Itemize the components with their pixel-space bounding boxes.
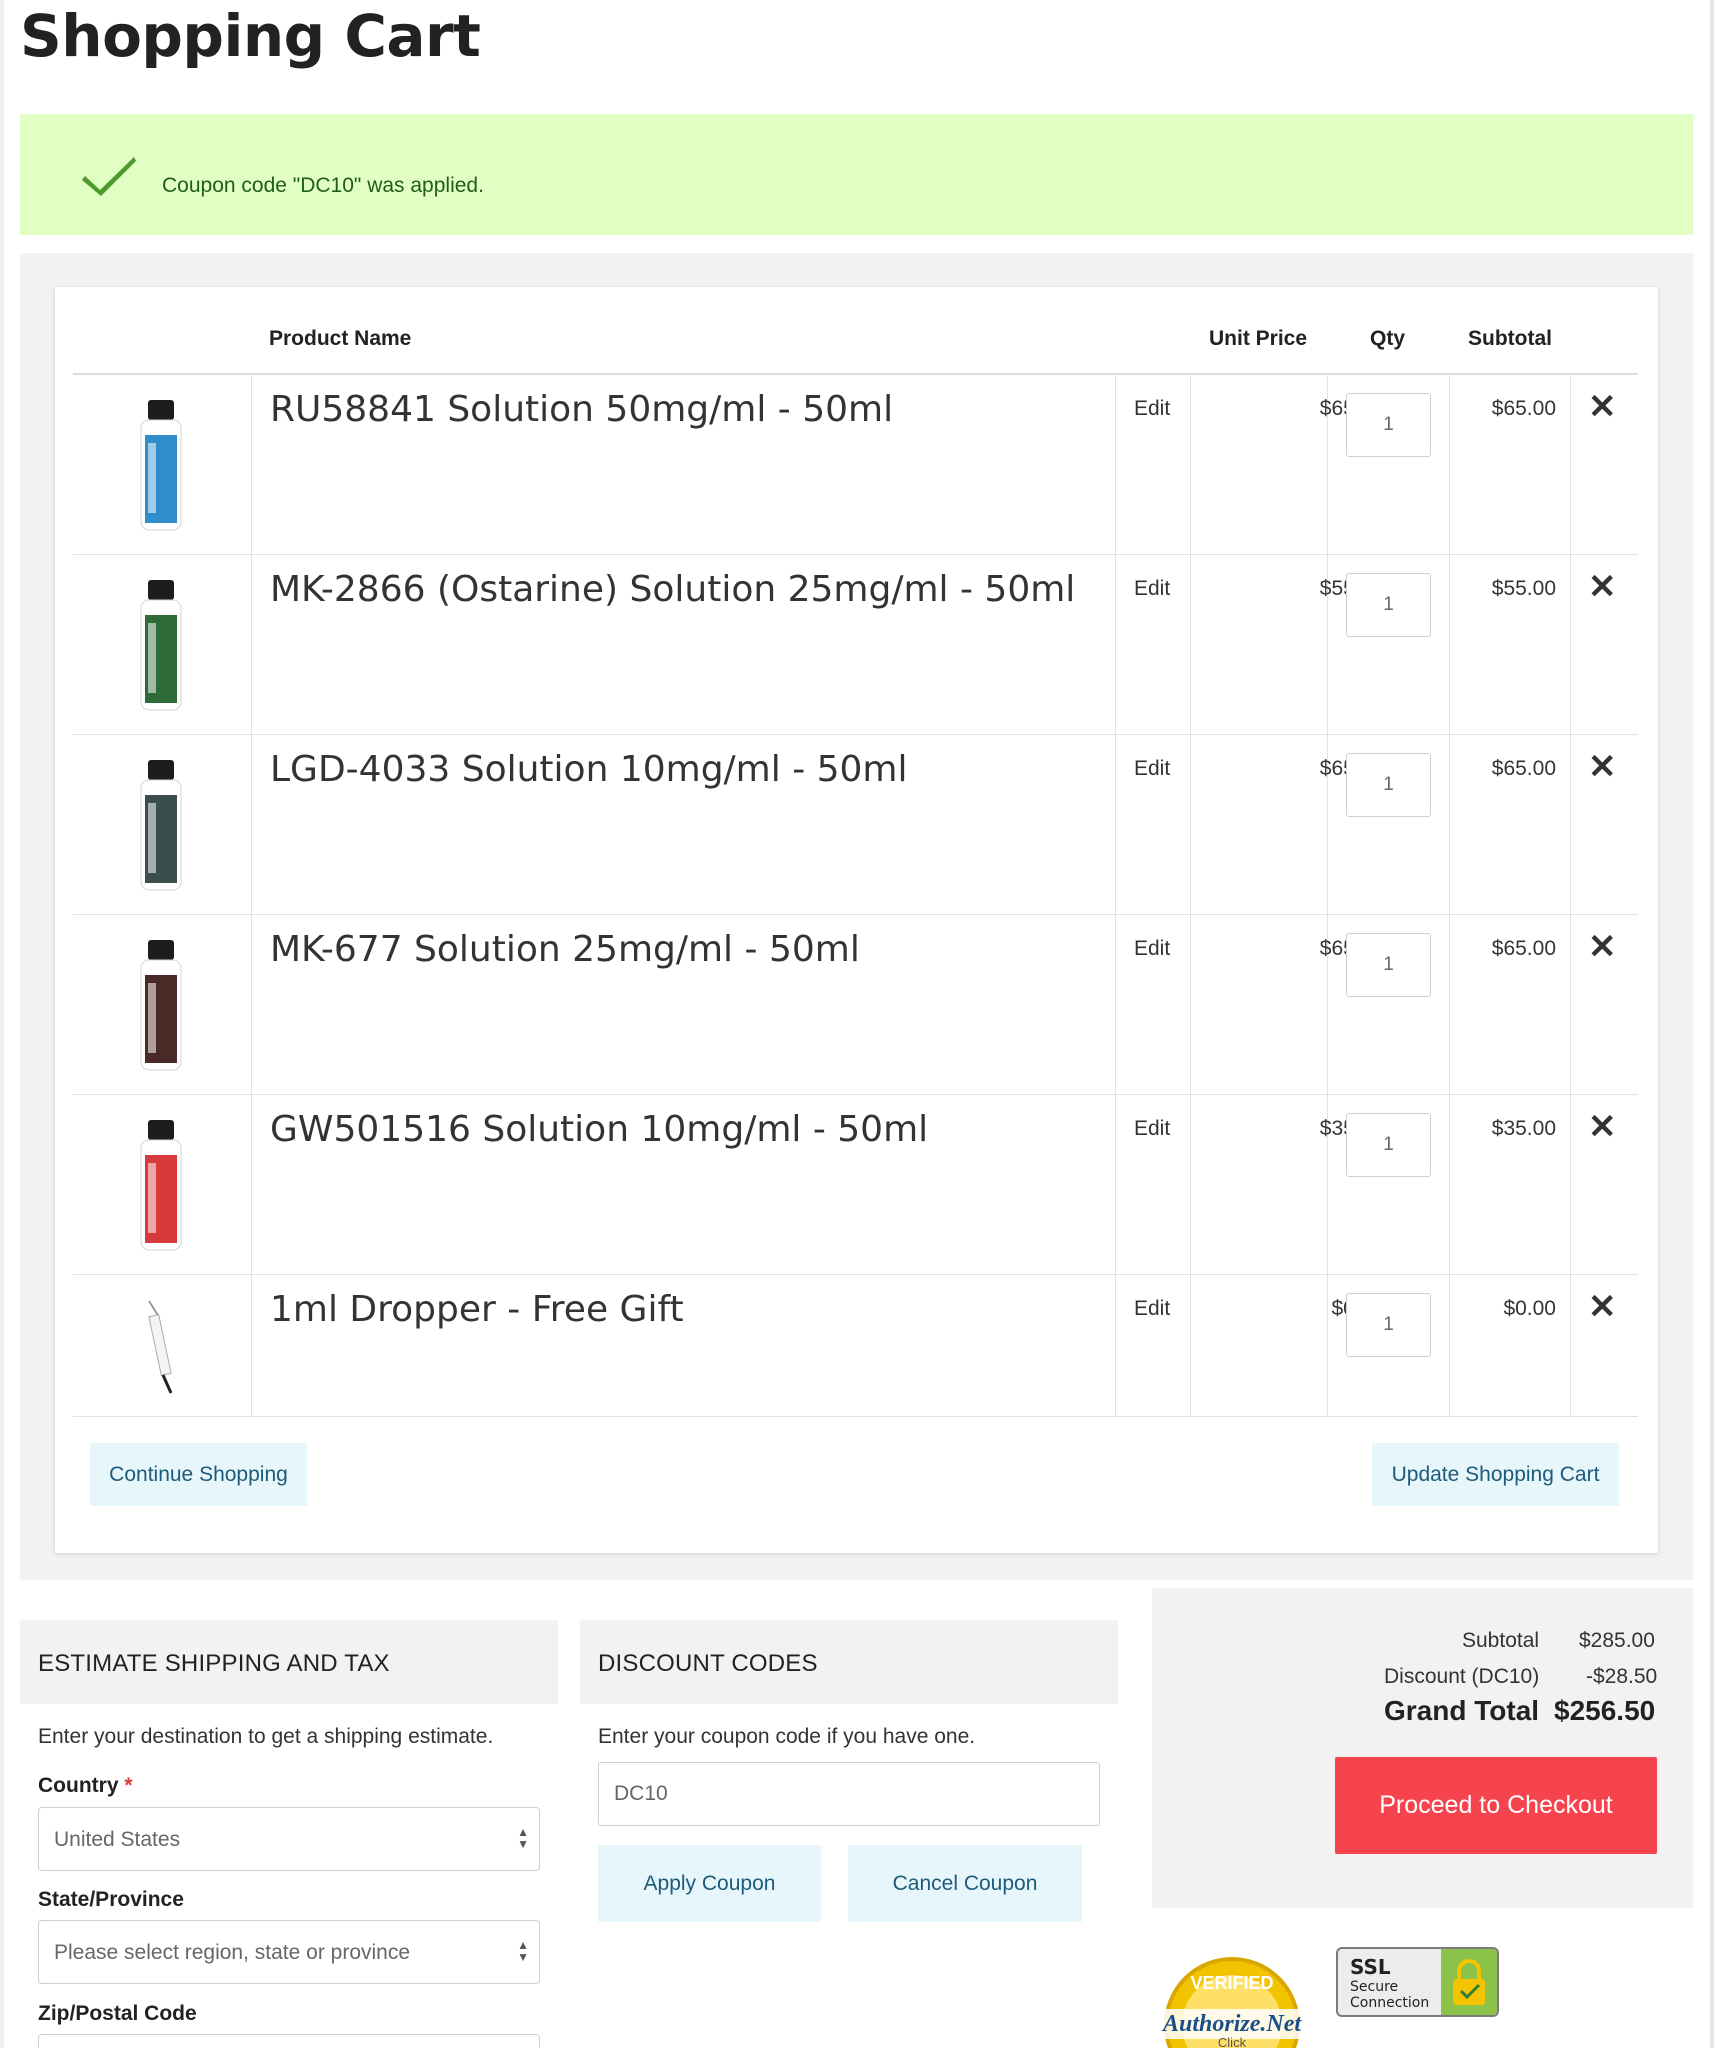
header-subtotal: Subtotal: [1468, 327, 1552, 350]
discount-value: -$28.50: [1586, 1665, 1658, 1688]
product-name-link[interactable]: RU58841 Solution 50mg/ml - 50ml: [270, 389, 893, 430]
row-subtotal: $35.00: [1491, 1117, 1556, 1140]
product-bottle-image[interactable]: [123, 935, 199, 1075]
remove-item-icon[interactable]: ✕: [1588, 927, 1617, 967]
product-name-link[interactable]: MK-677 Solution 25mg/ml - 50ml: [270, 929, 860, 970]
remove-item-icon[interactable]: ✕: [1588, 567, 1617, 607]
qty-input[interactable]: [1346, 1293, 1431, 1357]
edit-link[interactable]: Edit: [1134, 397, 1170, 421]
qty-input[interactable]: [1346, 1113, 1431, 1177]
product-bottle-image[interactable]: [123, 395, 199, 535]
select-arrows-icon: ▲ ▼: [517, 1938, 529, 1964]
authorize-net-verified-merchant-seal[interactable]: VERIFIED Authorize.Net Click: [1152, 1945, 1312, 2048]
edit-link[interactable]: Edit: [1134, 1117, 1170, 1141]
required-asterisk: *: [124, 1774, 133, 1797]
page-left-edge: [0, 0, 4, 2048]
discount-panel-header[interactable]: DISCOUNT CODES: [580, 1620, 1118, 1704]
checkmark-icon: [82, 157, 136, 196]
ssl-line1: SSL: [1350, 1955, 1391, 1979]
country-select-value: United States: [54, 1828, 181, 1851]
edit-link[interactable]: Edit: [1134, 577, 1170, 601]
grand-total-label: Grand Total: [1384, 1695, 1540, 1726]
seal-click-text: Click: [1218, 2035, 1247, 2048]
ssl-line2: Secure: [1350, 1979, 1399, 1995]
seal-top-text: VERIFIED: [1190, 1973, 1273, 1993]
product-name-link[interactable]: MK-2866 (Ostarine) Solution 25mg/ml - 50…: [270, 569, 1075, 610]
remove-item-icon[interactable]: ✕: [1588, 747, 1617, 787]
discount-label: Discount (DC10): [1384, 1665, 1540, 1688]
state-label: State/Province: [38, 1888, 184, 1911]
discount-heading: DISCOUNT CODES: [598, 1650, 818, 1677]
cart-row: RU58841 Solution 50mg/ml - 50ml Edit $65…: [73, 375, 1638, 555]
apply-coupon-button[interactable]: Apply Coupon: [598, 1845, 821, 1922]
qty-input[interactable]: [1346, 573, 1431, 637]
edit-link[interactable]: Edit: [1134, 757, 1170, 781]
alert-message: Coupon code "DC10" was applied.: [162, 174, 484, 197]
cart-row: 1ml Dropper - Free Gift Edit $0.00 $0.00…: [73, 1275, 1638, 1417]
country-select[interactable]: United States ▲ ▼: [38, 1807, 540, 1871]
header-unit-price: Unit Price: [1209, 327, 1308, 350]
zip-label: Zip/Postal Code: [38, 2002, 197, 2025]
cart-row: GW501516 Solution 10mg/ml - 50ml Edit $3…: [73, 1095, 1638, 1275]
qty-input[interactable]: [1346, 933, 1431, 997]
edit-link[interactable]: Edit: [1134, 1297, 1170, 1321]
shipping-heading: ESTIMATE SHIPPING AND TAX: [38, 1650, 390, 1677]
product-name-link[interactable]: 1ml Dropper - Free Gift: [270, 1289, 684, 1330]
seal-brand-text: Authorize.Net: [1161, 2011, 1302, 2037]
continue-shopping-button[interactable]: Continue Shopping: [90, 1443, 307, 1506]
coupon-code-input[interactable]: [598, 1762, 1100, 1826]
cancel-coupon-button[interactable]: Cancel Coupon: [848, 1845, 1082, 1922]
edit-link[interactable]: Edit: [1134, 937, 1170, 961]
product-bottle-image[interactable]: [123, 575, 199, 715]
coupon-success-alert: Coupon code "DC10" was applied.: [20, 114, 1693, 235]
row-subtotal: $65.00: [1491, 937, 1556, 960]
row-subtotal: $55.00: [1491, 577, 1556, 600]
grand-total-value: $256.50: [1554, 1695, 1656, 1726]
zip-input[interactable]: [38, 2034, 540, 2048]
state-select[interactable]: Please select region, state or province …: [38, 1920, 540, 1984]
cart-row: LGD-4033 Solution 10mg/ml - 50ml Edit $6…: [73, 735, 1638, 915]
remove-item-icon[interactable]: ✕: [1588, 1107, 1617, 1147]
product-bottle-image[interactable]: [123, 755, 199, 895]
product-bottle-image[interactable]: [123, 1115, 199, 1255]
qty-input[interactable]: [1346, 393, 1431, 457]
remove-item-icon[interactable]: ✕: [1588, 387, 1617, 427]
page-scrollbar-track[interactable]: [1710, 0, 1714, 2048]
subtotal-label: Subtotal: [1462, 1629, 1540, 1652]
header-qty: Qty: [1370, 327, 1406, 350]
cart-row: MK-2866 (Ostarine) Solution 25mg/ml - 50…: [73, 555, 1638, 735]
page-title: Shopping Cart: [20, 2, 481, 70]
row-subtotal: $0.00: [1503, 1297, 1556, 1320]
padlock-icon: [1441, 1949, 1497, 2015]
update-cart-button[interactable]: Update Shopping Cart: [1372, 1443, 1619, 1506]
header-product-name: Product Name: [269, 327, 412, 350]
ssl-line3: Connection: [1350, 1995, 1430, 2011]
country-label: Country *: [38, 1774, 133, 1797]
shipping-panel-header[interactable]: ESTIMATE SHIPPING AND TAX: [20, 1620, 558, 1704]
state-select-placeholder: Please select region, state or province: [54, 1941, 411, 1964]
row-subtotal: $65.00: [1491, 397, 1556, 420]
row-subtotal: $65.00: [1491, 757, 1556, 780]
subtotal-value: $285.00: [1579, 1629, 1655, 1652]
cart-row: MK-677 Solution 25mg/ml - 50ml Edit $65.…: [73, 915, 1638, 1095]
qty-input[interactable]: [1346, 753, 1431, 817]
ssl-secure-connection-badge[interactable]: SSL Secure Connection: [1336, 1947, 1499, 2017]
discount-intro: Enter your coupon code if you have one.: [598, 1725, 976, 1748]
proceed-to-checkout-button[interactable]: Proceed to Checkout: [1335, 1757, 1657, 1854]
remove-item-icon[interactable]: ✕: [1588, 1287, 1617, 1327]
shipping-intro: Enter your destination to get a shipping…: [38, 1725, 494, 1748]
dropper-syringe-image[interactable]: [123, 1297, 199, 1397]
select-arrows-icon: ▲ ▼: [517, 1825, 529, 1851]
product-name-link[interactable]: GW501516 Solution 10mg/ml - 50ml: [270, 1109, 928, 1150]
product-name-link[interactable]: LGD-4033 Solution 10mg/ml - 50ml: [270, 749, 908, 790]
